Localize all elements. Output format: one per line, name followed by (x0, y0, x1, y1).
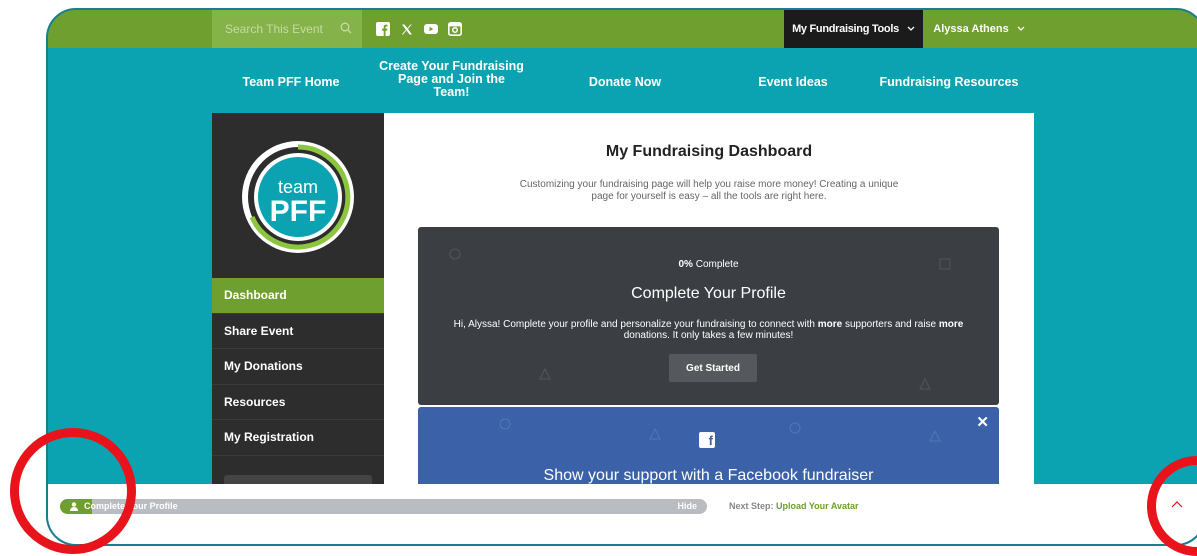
chevron-down-icon (1017, 26, 1025, 31)
sidebar-item-my-registration[interactable]: My Registration (212, 420, 384, 456)
nav-fundraising-resources[interactable]: Fundraising Resources (874, 76, 1024, 89)
sidebar-menu: Dashboard Share Event My Donations Resou… (212, 278, 384, 456)
sidebar: team PFF Dashboard Share Event My Donati… (212, 113, 384, 493)
sidebar-item-dashboard[interactable]: Dashboard (212, 278, 384, 314)
top-bar: My Fundraising Tools Alyssa Athens (48, 10, 1197, 48)
instagram-icon[interactable] (448, 22, 462, 36)
profile-card-title: Complete Your Profile (631, 285, 786, 302)
facebook-card-title: Show your support with a Facebook fundra… (543, 467, 874, 484)
tools-menu-label: My Fundraising Tools (792, 23, 899, 35)
search-icon[interactable] (340, 22, 352, 34)
profile-percent: 0% Complete (678, 259, 739, 270)
page-description: Customizing your fundraising page will h… (519, 179, 899, 202)
page-title: My Fundraising Dashboard (605, 143, 813, 160)
fundraising-tools-menu[interactable]: My Fundraising Tools (784, 10, 923, 48)
highlight-circle-left (10, 428, 136, 554)
nav-team-home[interactable]: Team PFF Home (236, 76, 346, 89)
main-nav: Team PFF Home Create Your Fundraising Pa… (212, 52, 1034, 116)
profile-progress-bar: Complete Your Profile Hide Next Step: Up… (48, 484, 1197, 544)
sidebar-item-share-event[interactable]: Share Event (212, 314, 384, 349)
svg-text:team: team (278, 177, 318, 197)
next-step: Next Step: Upload Your Avatar (729, 501, 859, 511)
social-links (376, 22, 462, 36)
hide-button[interactable]: Hide (677, 501, 697, 511)
youtube-icon[interactable] (424, 22, 438, 36)
nav-donate-now[interactable]: Donate Now (575, 76, 675, 89)
sidebar-item-my-donations[interactable]: My Donations (212, 349, 384, 385)
nav-create-page[interactable]: Create Your Fundraising Page and Join th… (379, 60, 524, 99)
svg-text:PFF: PFF (270, 195, 327, 228)
next-step-link[interactable]: Upload Your Avatar (776, 501, 859, 511)
user-name: Alyssa Athens (933, 23, 1009, 35)
sidebar-item-resources[interactable]: Resources (212, 385, 384, 420)
search-box[interactable] (212, 10, 362, 48)
team-pff-logo: team PFF (242, 141, 354, 253)
page-frame: My Fundraising Tools Alyssa Athens Team … (46, 8, 1197, 546)
nav-event-ideas[interactable]: Event Ideas (743, 76, 843, 89)
facebook-icon[interactable] (376, 22, 390, 36)
get-started-button[interactable]: Get Started (669, 354, 757, 382)
chevron-up-icon[interactable] (1171, 500, 1183, 508)
chevron-down-icon (907, 26, 915, 31)
main-content: My Fundraising Dashboard Customizing you… (384, 113, 1034, 497)
close-icon[interactable]: ✕ (976, 413, 989, 431)
progress-track: Complete Your Profile Hide (60, 499, 707, 514)
x-icon[interactable] (400, 22, 414, 36)
complete-profile-card: 0% Complete Complete Your Profile Hi, Al… (418, 227, 999, 405)
facebook-icon: f (699, 432, 715, 448)
user-menu[interactable]: Alyssa Athens (924, 10, 1034, 48)
profile-card-message: Hi, Alyssa! Complete your profile and pe… (453, 319, 964, 341)
